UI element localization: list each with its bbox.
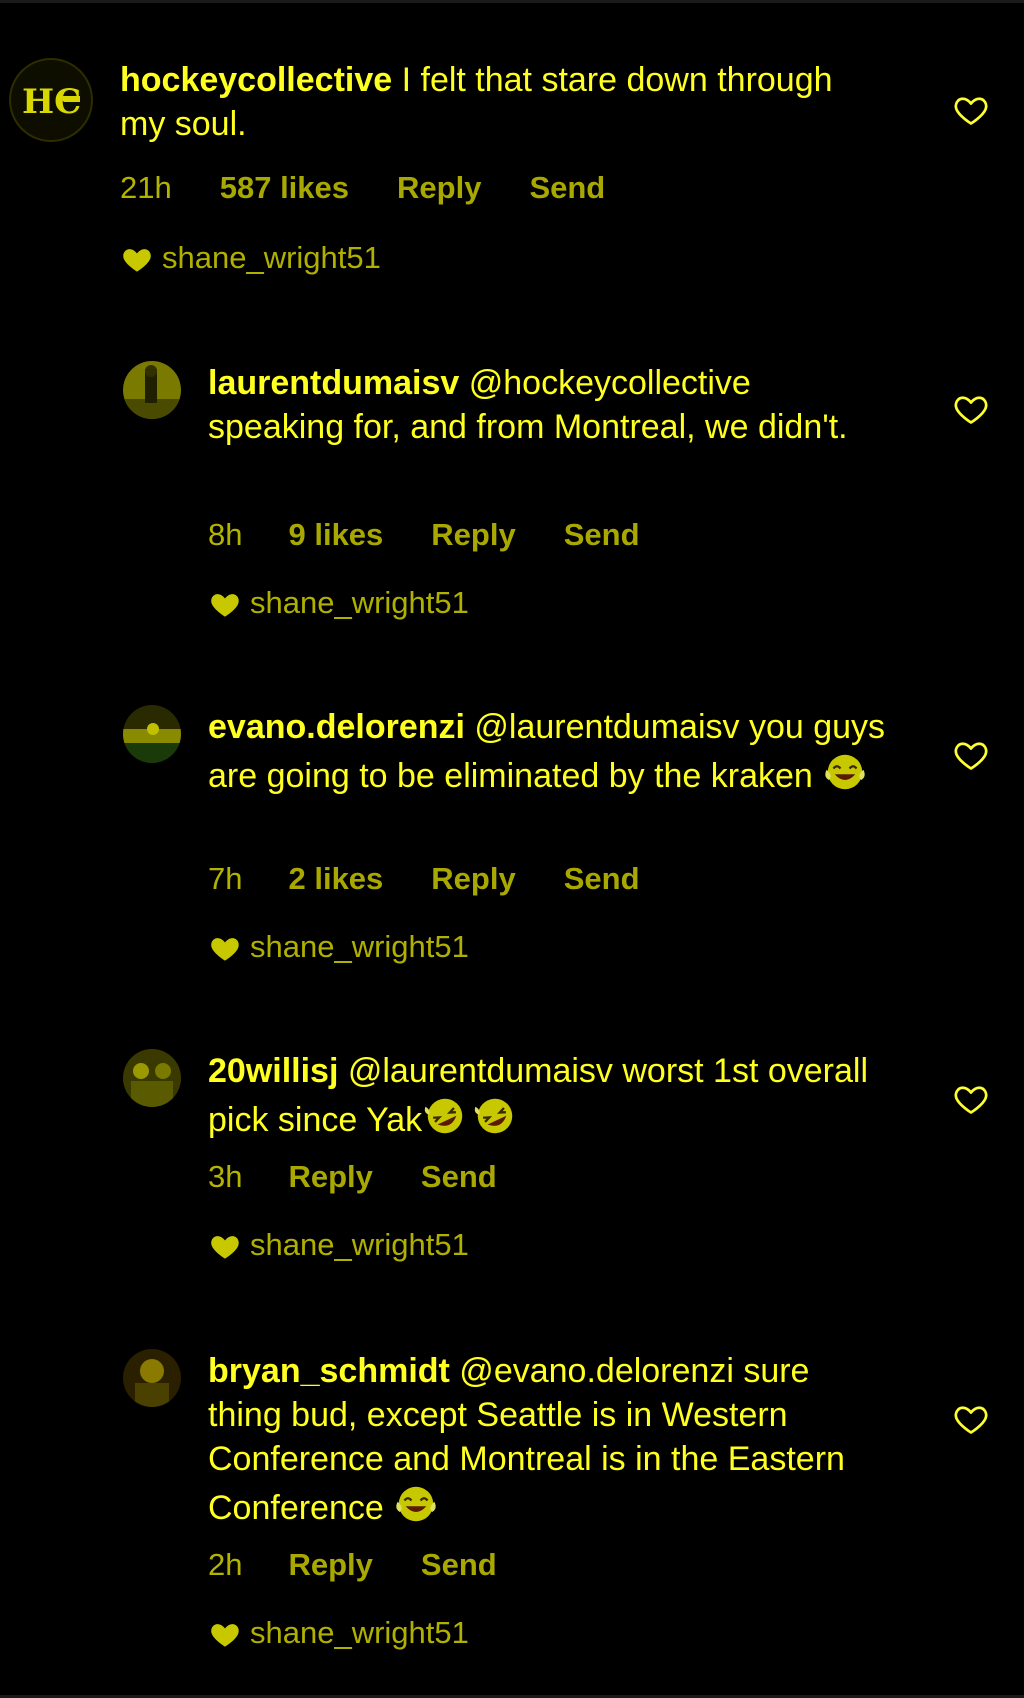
avatar[interactable]: [123, 361, 181, 419]
liked-by-username[interactable]: shane_wright51: [250, 1227, 469, 1263]
user-photo-icon: [123, 1049, 181, 1107]
username[interactable]: evano.delorenzi: [208, 708, 465, 746]
face-with-tears-of-joy-icon: [393, 1481, 439, 1527]
comment-meta: 21h 587 likes Reply Send: [120, 170, 605, 206]
avatar[interactable]: HC: [9, 58, 93, 142]
hc-logo-icon: HC: [22, 82, 81, 120]
username[interactable]: 20willisj: [208, 1052, 338, 1090]
likes-count[interactable]: 587 likes: [220, 170, 349, 206]
timestamp: 21h: [120, 170, 172, 205]
liked-by-username[interactable]: shane_wright51: [250, 929, 469, 965]
heart-filled-icon: [208, 1618, 242, 1648]
reply-button[interactable]: Reply: [431, 517, 515, 553]
rolling-on-floor-laughing-icon: [472, 1093, 518, 1139]
reply-button[interactable]: Reply: [397, 170, 481, 206]
heart-icon[interactable]: [952, 737, 990, 773]
liked-by: shane_wright51: [120, 240, 381, 276]
heart-filled-icon: [120, 243, 154, 273]
username[interactable]: bryan_schmidt: [208, 1352, 450, 1390]
comment-text: 20willisj @laurentdumaisv worst 1st over…: [208, 1049, 908, 1142]
user-photo-icon: [123, 361, 181, 419]
comment-meta: 2h Reply Send: [208, 1547, 497, 1583]
reply-button[interactable]: Reply: [288, 1159, 372, 1195]
send-button[interactable]: Send: [421, 1159, 497, 1195]
liked-by: shane_wright51: [208, 1227, 469, 1263]
username[interactable]: laurentdumaisv: [208, 364, 459, 402]
comment-meta: 3h Reply Send: [208, 1159, 497, 1195]
liked-by-username[interactable]: shane_wright51: [250, 1615, 469, 1651]
heart-filled-icon: [208, 932, 242, 962]
liked-by-username[interactable]: shane_wright51: [250, 585, 469, 621]
comment-meta: 8h 9 likes Reply Send: [208, 517, 640, 553]
liked-by: shane_wright51: [208, 585, 469, 621]
face-with-tears-of-joy-icon: [822, 749, 868, 795]
user-photo-icon: [123, 705, 181, 763]
send-button[interactable]: Send: [564, 861, 640, 897]
timestamp: 8h: [208, 517, 243, 552]
timestamp: 3h: [208, 1159, 243, 1194]
rolling-on-floor-laughing-icon: [422, 1093, 468, 1139]
avatar[interactable]: [123, 1349, 181, 1407]
reply-button[interactable]: Reply: [288, 1547, 372, 1583]
comment-text: bryan_schmidt @evano.delorenzi sure thin…: [208, 1349, 888, 1530]
avatar[interactable]: [123, 1049, 181, 1107]
comment-meta: 7h 2 likes Reply Send: [208, 861, 640, 897]
heart-icon[interactable]: [952, 1401, 990, 1437]
heart-icon[interactable]: [952, 92, 990, 128]
heart-icon[interactable]: [952, 1081, 990, 1117]
comment-text: evano.delorenzi @laurentdumaisv you guys…: [208, 705, 908, 798]
liked-by: shane_wright51: [208, 929, 469, 965]
send-button[interactable]: Send: [421, 1547, 497, 1583]
likes-count[interactable]: 9 likes: [288, 517, 383, 553]
comment-text: laurentdumaisv @hockeycollective speakin…: [208, 361, 858, 449]
send-button[interactable]: Send: [564, 517, 640, 553]
reply-button[interactable]: Reply: [431, 861, 515, 897]
liked-by-username[interactable]: shane_wright51: [162, 240, 381, 276]
username[interactable]: hockeycollective: [120, 61, 392, 99]
top-divider: [0, 0, 1024, 3]
avatar[interactable]: [123, 705, 181, 763]
timestamp: 2h: [208, 1547, 243, 1582]
heart-filled-icon: [208, 588, 242, 618]
liked-by: shane_wright51: [208, 1615, 469, 1651]
send-button[interactable]: Send: [529, 170, 605, 206]
comment-text: hockeycollective I felt that stare down …: [120, 58, 840, 146]
heart-icon[interactable]: [952, 391, 990, 427]
timestamp: 7h: [208, 861, 243, 896]
user-photo-icon: [123, 1349, 181, 1407]
likes-count[interactable]: 2 likes: [288, 861, 383, 897]
heart-filled-icon: [208, 1230, 242, 1260]
